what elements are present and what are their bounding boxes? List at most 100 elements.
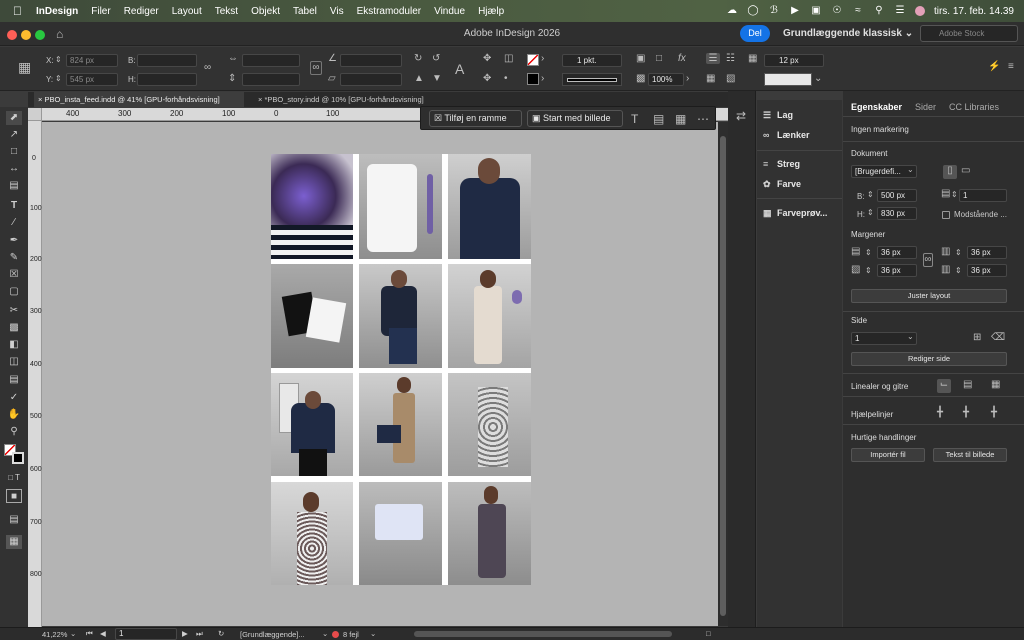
selection-tool-icon[interactable]: ⬈	[6, 111, 22, 125]
type-tool-icon[interactable]: T	[6, 199, 22, 213]
preview-mode-icon[interactable]: ▦	[6, 535, 22, 549]
resize-icon[interactable]: □	[706, 629, 711, 638]
menu-item-tabel[interactable]: Tabel	[293, 6, 317, 17]
stroke-type-dropdown[interactable]	[562, 73, 622, 86]
menu-item-tekst[interactable]: Tekst	[215, 6, 238, 17]
next-object-icon[interactable]: •	[504, 73, 508, 84]
select-container-icon[interactable]: ✥	[483, 53, 491, 64]
tab-pbo-story[interactable]: × *PBO_story.indd @ 10% [GPU-forhåndsvis…	[254, 92, 454, 107]
facing-pages-checkbox[interactable]	[942, 211, 950, 219]
tab-properties[interactable]: Egenskaber	[851, 102, 902, 112]
opacity-chevron-icon[interactable]: ›	[686, 73, 689, 84]
play-icon[interactable]: ▶	[789, 6, 801, 16]
document-page[interactable]	[271, 154, 531, 585]
height-stepper-icon[interactable]: ⇕	[867, 208, 874, 217]
margin-left-stepper-icon[interactable]: ⇕	[955, 248, 962, 257]
adobe-stock-search[interactable]: Adobe Stock	[920, 25, 1018, 42]
workspace-switcher[interactable]: Grundlæggende klassisk ⌄	[783, 28, 913, 39]
shear-field[interactable]	[340, 73, 402, 86]
script-icon[interactable]: ℬ	[768, 6, 780, 16]
gap-tool-icon[interactable]: ↔	[6, 162, 22, 176]
baseline-grid-icon[interactable]: ▤	[963, 379, 972, 390]
select-content-icon[interactable]: ◫	[504, 53, 513, 64]
panel-swatches[interactable]: ▦ Farveprøv...	[763, 208, 827, 219]
align-left-icon[interactable]: ☰	[706, 53, 720, 64]
image-frame[interactable]	[359, 373, 442, 476]
hand-tool-icon[interactable]: ✋	[6, 408, 22, 422]
width-stepper-icon[interactable]: ⇕	[867, 190, 874, 199]
image-frame[interactable]	[359, 264, 442, 368]
image-frame[interactable]	[271, 264, 353, 368]
text-wrap-icon[interactable]: ▦	[706, 73, 715, 84]
panel-color[interactable]: ✿ Farve	[763, 179, 801, 190]
prev-page-icon[interactable]: ◀	[100, 629, 106, 638]
image-frame[interactable]	[359, 154, 442, 259]
margin-top-field[interactable]: 36 px	[877, 246, 917, 259]
scale-y-field[interactable]	[242, 73, 300, 86]
text-icon[interactable]: T	[631, 112, 638, 126]
smart-guides-icon[interactable]: ╋	[963, 407, 969, 418]
vertical-scrollbar[interactable]	[718, 122, 728, 626]
image-frame[interactable]	[448, 373, 531, 476]
screen-mode-icon[interactable]: ▤	[6, 513, 22, 527]
close-tab-icon[interactable]: ×	[38, 95, 42, 104]
doc-height-field[interactable]: 830 px	[877, 207, 917, 220]
text-to-image-button[interactable]: Tekst til billede	[933, 448, 1007, 462]
rotation-field[interactable]	[340, 54, 402, 67]
swap-panel-icon[interactable]: ⇄	[736, 109, 746, 123]
margin-top-stepper-icon[interactable]: ⇕	[865, 248, 872, 257]
first-page-icon[interactable]: ⏮	[86, 629, 93, 639]
stroke-weight-field[interactable]: 1 pkt.	[562, 54, 622, 67]
add-frame-button[interactable]: ☒ Tilføj en ramme	[429, 110, 522, 127]
image-frame[interactable]	[448, 482, 531, 585]
text-wrap-2-icon[interactable]: ▧	[726, 73, 735, 84]
align-center-icon[interactable]: ☷	[726, 53, 735, 64]
note-tool-icon[interactable]: ▤	[6, 373, 22, 387]
corner-options-icon[interactable]: ▣	[636, 53, 645, 64]
adjust-layout-button[interactable]: Juster layout	[851, 289, 1007, 303]
search-icon[interactable]: ⚲	[873, 6, 885, 16]
panel-layers[interactable]: ☰ Lag	[763, 110, 793, 121]
add-page-icon[interactable]: ⊞	[973, 332, 981, 343]
pages-count-field[interactable]: 1	[959, 189, 1007, 202]
margin-right-field[interactable]: 36 px	[967, 264, 1007, 277]
menu-item-vis[interactable]: Vis	[330, 6, 344, 17]
menu-item-filer[interactable]: Filer	[91, 6, 110, 17]
preflight-profile[interactable]: [Grundlæggende]...	[240, 630, 305, 639]
menu-app-name[interactable]: InDesign	[36, 6, 78, 17]
rotate-ccw-icon[interactable]: ↺	[432, 53, 440, 64]
panel-stroke[interactable]: ≡ Streg	[763, 159, 800, 169]
drop-shadow-icon[interactable]: ▩	[636, 73, 645, 84]
edit-page-button[interactable]: Rediger side	[851, 352, 1007, 366]
margin-bottom-field[interactable]: 36 px	[877, 264, 917, 277]
reference-point-icon[interactable]: ▦	[18, 59, 31, 76]
page-tool-icon[interactable]: □	[6, 145, 22, 159]
rotate-icon[interactable]: ∠	[328, 53, 337, 64]
image-frame[interactable]	[271, 154, 353, 259]
document-grid-icon[interactable]: ▦	[991, 379, 1000, 390]
frame-fit-icon[interactable]: □	[656, 53, 662, 64]
opacity-field[interactable]: 100%	[648, 73, 684, 86]
page-number-field[interactable]: 1	[115, 628, 177, 640]
x-stepper-icon[interactable]: ⇕	[55, 55, 62, 64]
fx-icon[interactable]: fx	[678, 53, 686, 64]
horizontal-scrollbar[interactable]	[414, 631, 672, 637]
link-margins-icon[interactable]: ∞	[923, 253, 933, 267]
apple-icon[interactable]: 	[13, 4, 22, 18]
image-frame[interactable]	[448, 154, 531, 259]
quick-apply-icon[interactable]: ⚡	[988, 61, 1000, 72]
image-frame[interactable]	[271, 482, 353, 585]
menubar-datetime[interactable]: tirs. 17. feb. 14.39	[934, 6, 1014, 17]
cast-icon[interactable]: ▣	[810, 6, 822, 16]
fill-swatch[interactable]	[527, 54, 539, 66]
free-transform-tool-icon[interactable]: ▩	[6, 321, 22, 335]
share-button[interactable]: Del	[740, 25, 770, 42]
margin-bottom-stepper-icon[interactable]: ⇕	[865, 266, 872, 275]
shield-icon[interactable]: ◯	[747, 6, 759, 16]
pencil-tool-icon[interactable]: ✎	[6, 251, 22, 265]
stroke-swatch[interactable]	[527, 73, 539, 85]
landscape-orientation-icon[interactable]: ▭	[961, 165, 970, 176]
scale-x-icon[interactable]: ⇔	[228, 53, 238, 64]
menu-item-ekstramoduler[interactable]: Ekstramoduler	[357, 6, 421, 17]
gradient-feather-tool-icon[interactable]: ◫	[6, 355, 22, 369]
